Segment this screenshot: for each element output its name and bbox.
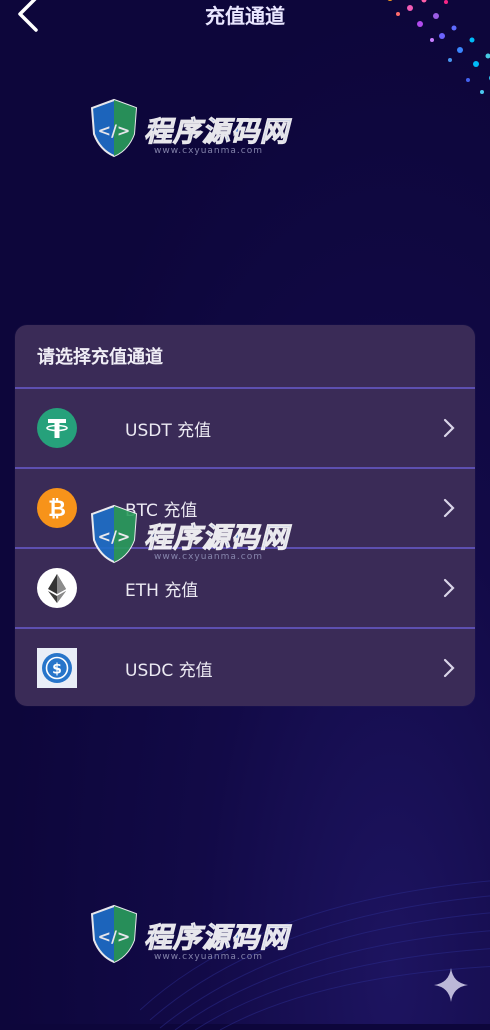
- channel-item-usdt[interactable]: USDT 充值: [15, 389, 475, 467]
- channel-label: USDT 充值: [125, 416, 211, 441]
- watermark-text: 程序源码网: [144, 916, 289, 956]
- shield-code-icon: </>: [88, 500, 140, 564]
- page-title: 充值通道: [0, 0, 490, 29]
- chevron-right-icon: [443, 578, 455, 598]
- channel-item-usdc[interactable]: $ USDC 充值: [15, 629, 475, 706]
- shield-code-icon: </>: [88, 900, 140, 964]
- watermark-url: www.cxyuanma.com: [154, 552, 263, 562]
- watermark-url: www.cxyuanma.com: [154, 146, 263, 156]
- chevron-right-icon: [443, 658, 455, 678]
- ethereum-icon: [37, 568, 77, 608]
- watermark-url: www.cxyuanma.com: [154, 952, 263, 962]
- svg-text:₿: ₿: [48, 497, 66, 522]
- watermark-logo: </> 程序源码网 www.cxyuanma.com: [88, 900, 298, 972]
- sparkle-icon: [432, 966, 470, 1004]
- svg-text:</>: </>: [98, 121, 131, 140]
- watermark-text: 程序源码网: [144, 110, 289, 150]
- watermark-logo: </> 程序源码网 www.cxyuanma.com: [88, 94, 298, 166]
- card-title: 请选择充值通道: [15, 325, 475, 387]
- watermark-logo: </> 程序源码网 www.cxyuanma.com: [88, 500, 298, 572]
- chevron-right-icon: [443, 498, 455, 518]
- svg-text:</>: </>: [98, 527, 131, 546]
- top-bar: 充值通道: [0, 0, 490, 40]
- tether-icon: [37, 408, 77, 448]
- bitcoin-icon: ₿: [37, 488, 77, 528]
- chevron-right-icon: [443, 418, 455, 438]
- watermark-text: 程序源码网: [144, 516, 289, 556]
- channel-label: ETH 充值: [125, 576, 198, 601]
- svg-text:$: $: [52, 662, 62, 678]
- channel-label: USDC 充值: [125, 656, 213, 681]
- svg-text:</>: </>: [98, 927, 131, 946]
- usdc-icon: $: [37, 648, 77, 688]
- shield-code-icon: </>: [88, 94, 140, 158]
